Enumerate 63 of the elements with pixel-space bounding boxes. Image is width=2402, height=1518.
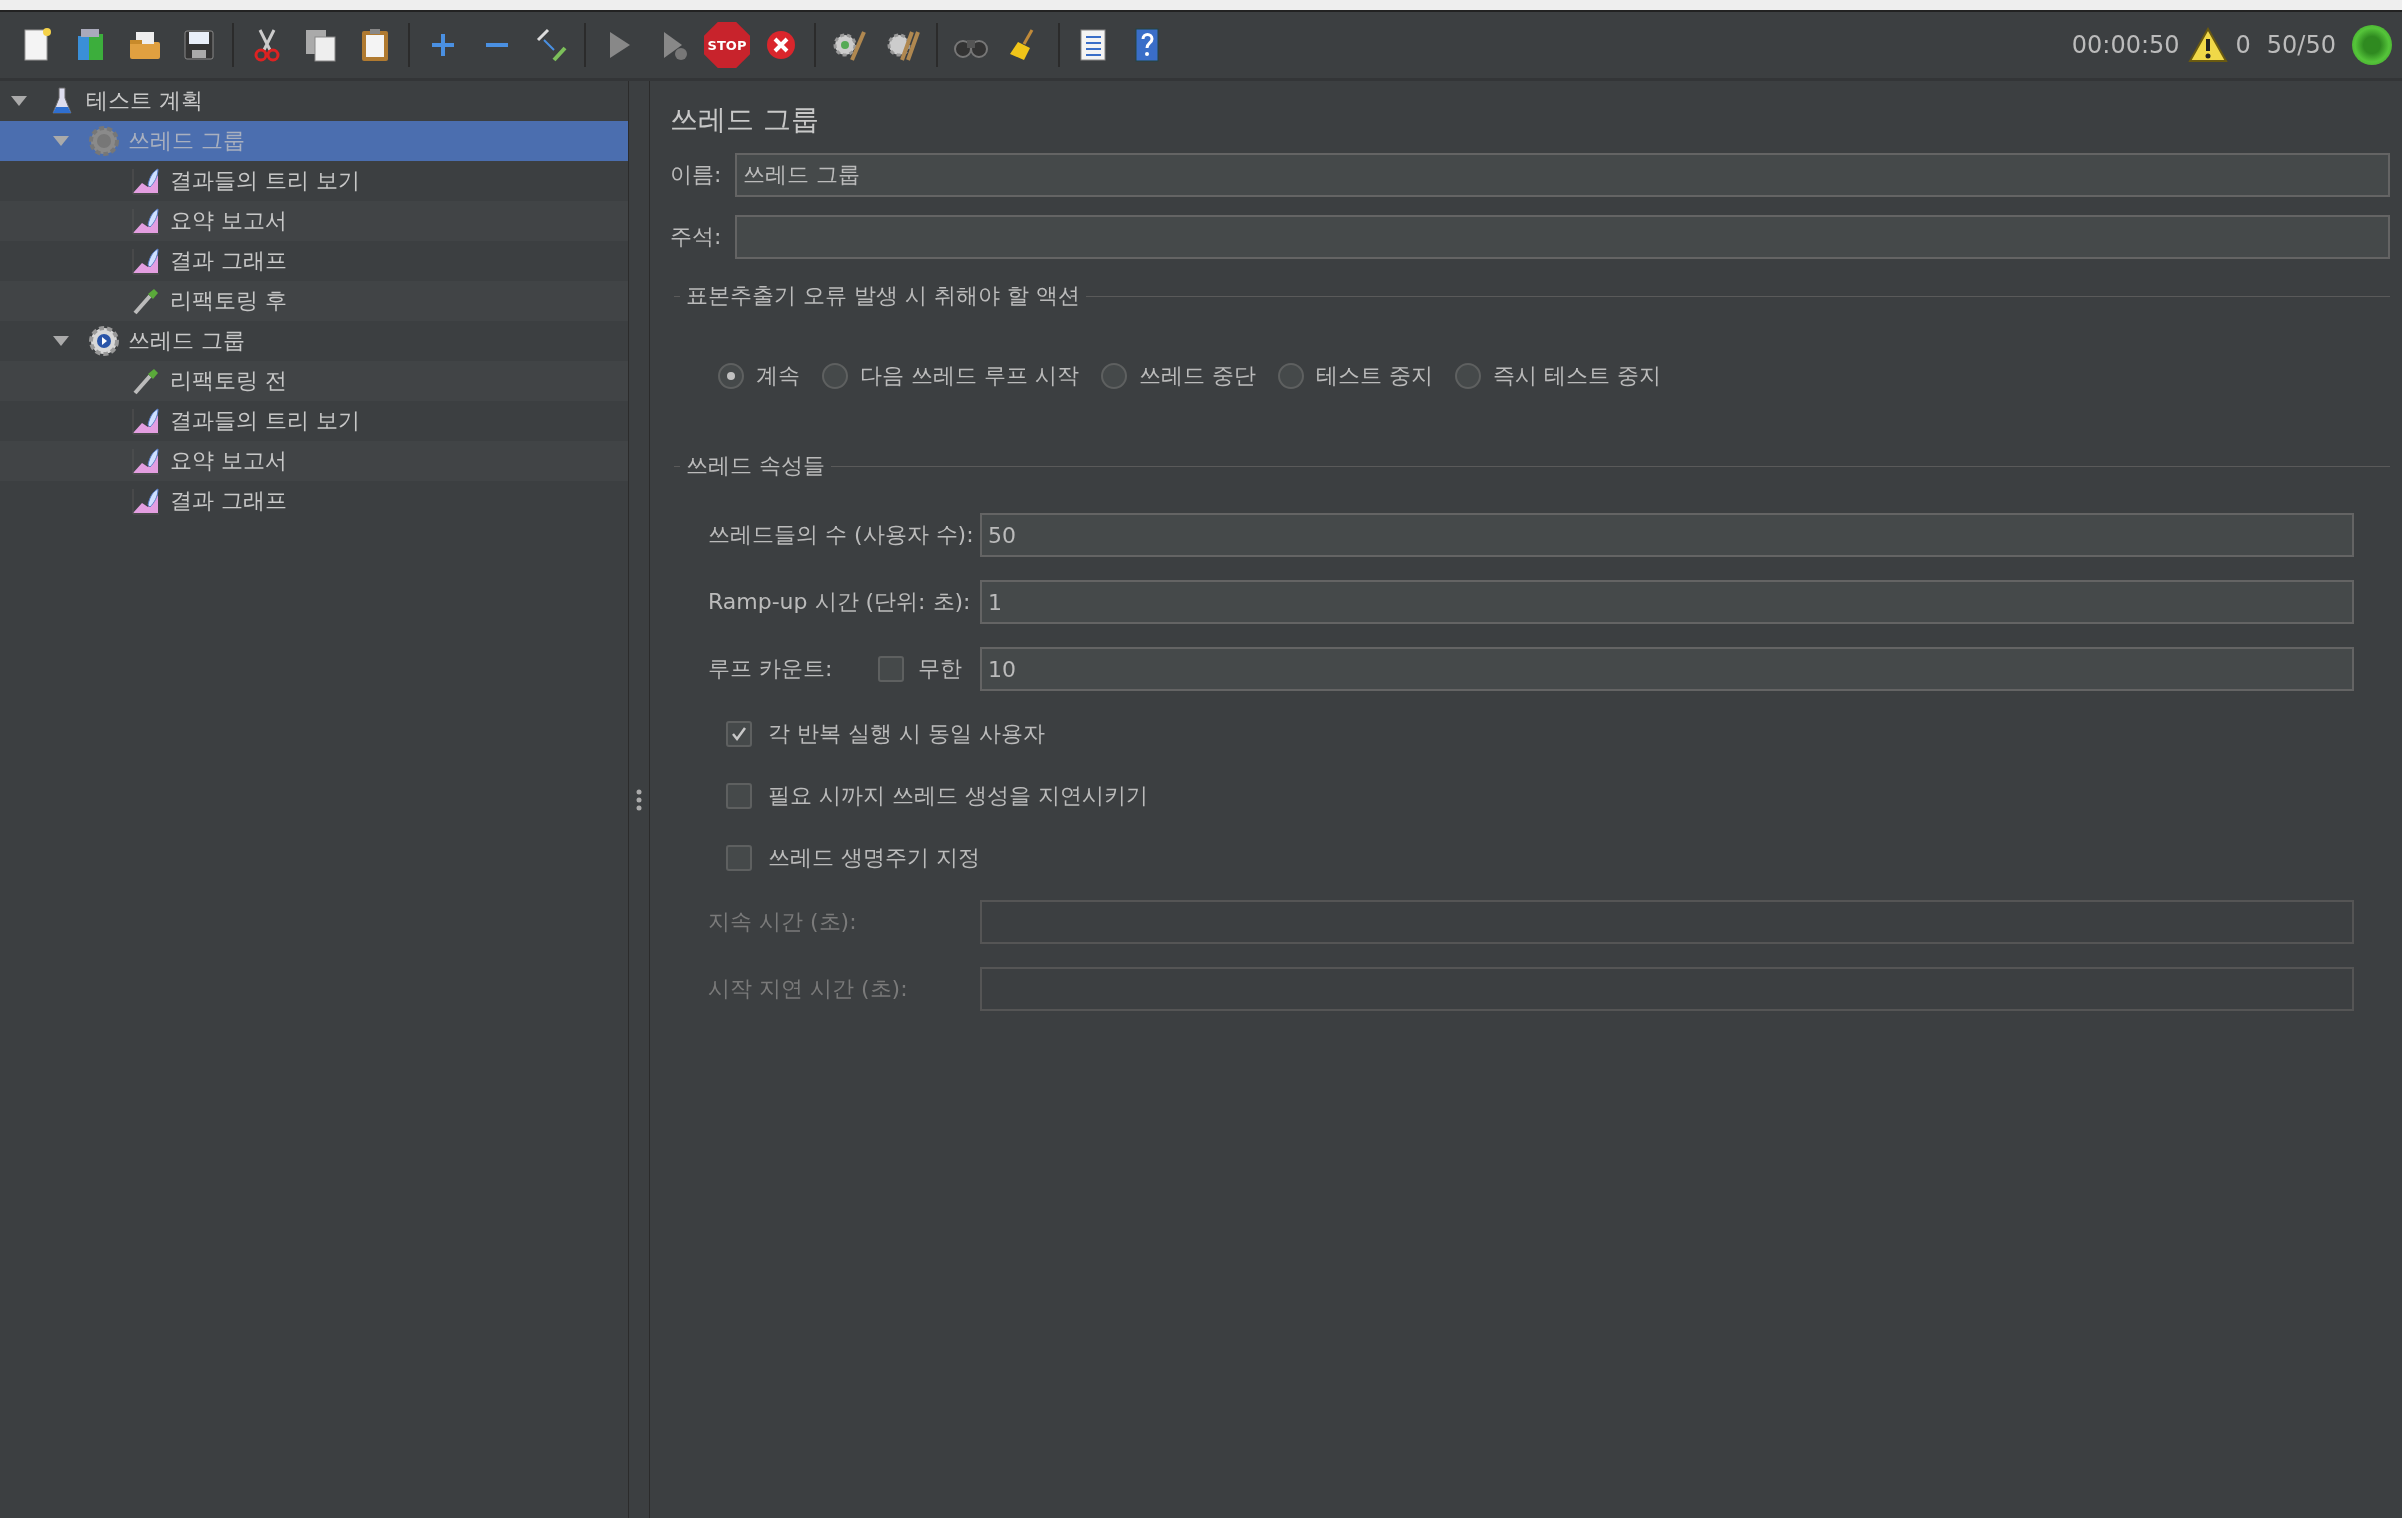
name-field[interactable]: 쓰레드 그룹 bbox=[735, 153, 2390, 197]
checkbox[interactable] bbox=[726, 783, 752, 809]
warning-icon bbox=[2187, 27, 2228, 63]
field-label: 시작 지연 시간 (초): bbox=[708, 975, 908, 1003]
chart-icon bbox=[130, 205, 162, 237]
tree-item-label: 쓰레드 그룹 bbox=[128, 127, 245, 155]
radio-button[interactable] bbox=[1101, 363, 1127, 389]
field-label: 주석: bbox=[670, 223, 722, 251]
tree-row[interactable]: 요약 보고서 bbox=[0, 441, 628, 481]
field-label: Ramp-up 시간 (단위: 초): bbox=[708, 588, 971, 616]
tree-item-label: 요약 보고서 bbox=[170, 207, 287, 235]
input-field[interactable]: 1 bbox=[980, 580, 2354, 624]
radio-button[interactable] bbox=[1455, 363, 1481, 389]
warning-count: 0 bbox=[2235, 31, 2251, 59]
radio-button[interactable] bbox=[1278, 363, 1304, 389]
tree-row[interactable]: 리팩토링 전 bbox=[0, 361, 628, 401]
tree-item-label: 결과 그래프 bbox=[170, 247, 287, 275]
gear-icon bbox=[88, 325, 120, 357]
splitter-handle-icon[interactable] bbox=[636, 788, 642, 811]
tree-item-label: 쓰레드 그룹 bbox=[128, 327, 245, 355]
elapsed-time: 00:00:50 bbox=[2071, 31, 2180, 59]
chart-icon bbox=[130, 245, 162, 277]
field-label: 쓰레드들의 수 (사용자 수): bbox=[708, 521, 974, 549]
checkmark-icon bbox=[730, 725, 748, 743]
checkbox-label: 각 반복 실행 시 동일 사용자 bbox=[768, 720, 1045, 748]
chart-icon bbox=[130, 405, 162, 437]
section-title: 쓰레드 속성들 bbox=[686, 452, 825, 480]
tree-item-label: 결과들의 트리 보기 bbox=[170, 167, 360, 195]
active-threads: 50/50 bbox=[2266, 31, 2336, 59]
radio-label: 계속 bbox=[756, 362, 800, 390]
radio-label: 다음 쓰레드 루프 시작 bbox=[860, 362, 1079, 390]
section-title: 표본추출기 오류 발생 시 취해야 할 액션 bbox=[686, 282, 1080, 310]
checkbox[interactable] bbox=[878, 656, 905, 682]
caret-icon[interactable] bbox=[9, 94, 29, 108]
comments-field[interactable] bbox=[735, 215, 2390, 259]
chart-icon bbox=[130, 485, 162, 517]
tree-item-label: 리팩토링 후 bbox=[170, 287, 287, 315]
checkbox-label: 쓰레드 생명주기 지정 bbox=[768, 844, 980, 872]
radio-button[interactable] bbox=[822, 363, 848, 389]
panel-title: 쓰레드 그룹 bbox=[670, 102, 820, 138]
tree-item-label: 리팩토링 전 bbox=[170, 367, 287, 395]
checkbox[interactable] bbox=[726, 845, 752, 871]
checkbox-label: 필요 시까지 쓰레드 생성을 지연시키기 bbox=[768, 782, 1148, 810]
chart-icon bbox=[130, 165, 162, 197]
gear-icon bbox=[88, 125, 120, 157]
caret-icon[interactable] bbox=[51, 334, 71, 348]
radio-label: 쓰레드 중단 bbox=[1139, 362, 1256, 390]
radio-button[interactable] bbox=[718, 363, 744, 389]
input-field[interactable]: 50 bbox=[980, 513, 2354, 557]
field-label: 이름: bbox=[670, 161, 722, 189]
radio-label: 즉시 테스트 중지 bbox=[1493, 362, 1661, 390]
checkbox[interactable] bbox=[726, 721, 752, 747]
chart-icon bbox=[130, 445, 162, 477]
radio-label: 테스트 중지 bbox=[1316, 362, 1433, 390]
checkbox-label: 무한 bbox=[918, 655, 963, 683]
input-field[interactable]: 10 bbox=[980, 647, 2354, 691]
tree-item-label: 결과 그래프 bbox=[170, 487, 287, 515]
field-label: 지속 시간 (초): bbox=[708, 908, 857, 936]
tree-item-label: 테스트 계획 bbox=[86, 87, 203, 115]
tree-item-label: 결과들의 트리 보기 bbox=[170, 407, 360, 435]
field-label: 루프 카운트: bbox=[708, 655, 833, 683]
stop-button[interactable]: STOP bbox=[704, 22, 750, 68]
tree-item-label: 요약 보고서 bbox=[170, 447, 287, 475]
